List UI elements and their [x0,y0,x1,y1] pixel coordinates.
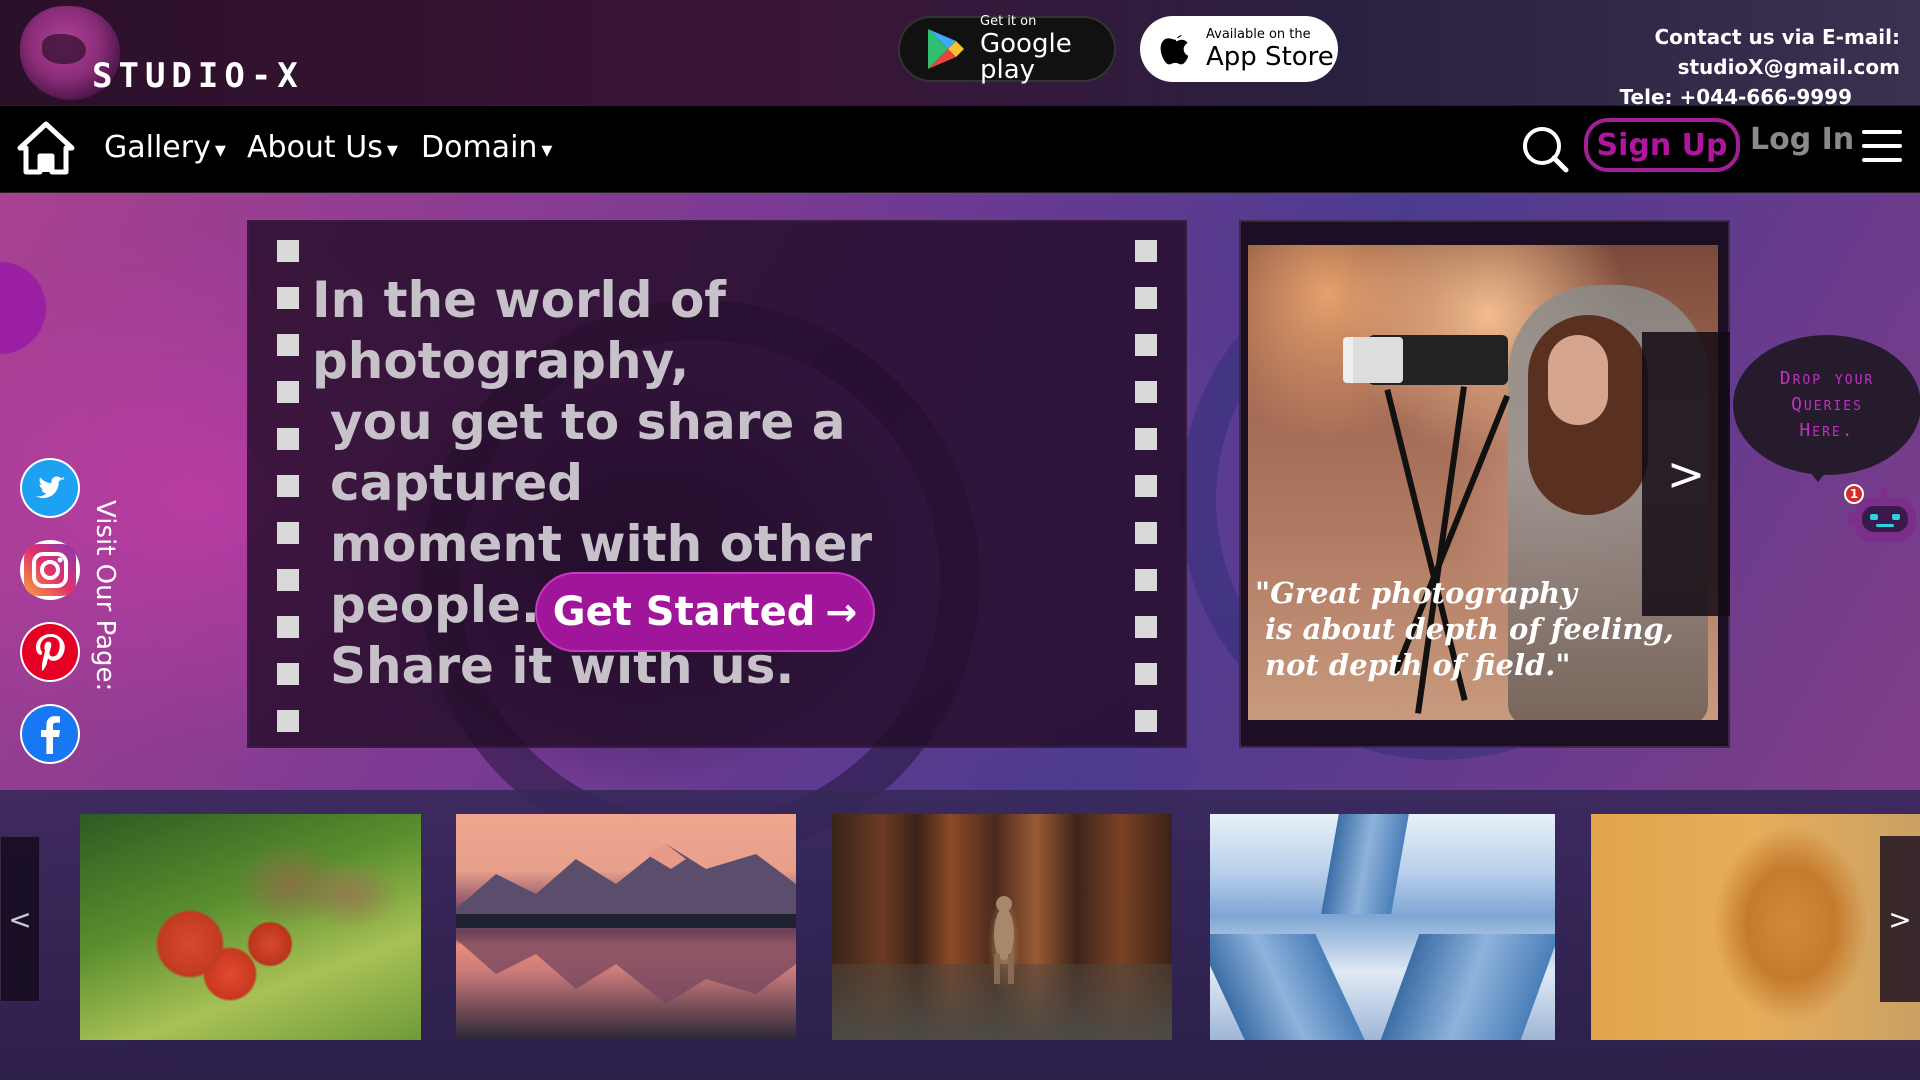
chat-line: Here. [1799,420,1855,441]
film-sprocket [277,475,299,497]
film-sprocket [277,287,299,309]
slider-next-button[interactable]: > [1642,332,1730,616]
film-sprocket [1135,569,1157,591]
apple-icon [1160,35,1189,65]
film-sprocket [277,334,299,356]
chat-queries-bubble[interactable]: Drop your Queries Here. [1733,335,1920,475]
gallery-prev-button[interactable]: < [0,836,40,1002]
film-sprocket [1135,334,1157,356]
pinterest-icon[interactable] [20,622,80,682]
gallery-thumbnail-kangaroo[interactable] [832,814,1172,1040]
kangaroo-shape [994,896,1014,984]
app-store-badge[interactable]: Available on the App Store [1140,16,1338,82]
apple-badge-big-text: App Store [1206,42,1334,72]
google-play-badge[interactable]: Get it on Google play [898,14,1116,85]
film-sprocket [277,663,299,685]
film-sprocket [277,240,299,262]
apple-badge-small-text: Available on the [1206,27,1311,42]
notification-badge: 1 [1844,484,1864,504]
film-sprocket [1135,475,1157,497]
quote-line: is about depth of feeling, [1265,612,1674,646]
instagram-camera-icon [24,544,76,596]
film-sprocket [277,710,299,732]
photo-lens-shape [1343,337,1403,383]
mountain-silhouette [456,844,796,1004]
film-sprocket [1135,616,1157,638]
nav-domain[interactable]: Domain ▾ [421,130,552,165]
chat-line: Queries [1791,394,1863,415]
hamburger-menu-icon[interactable] [1862,130,1904,166]
photo-face-shape [1548,335,1608,425]
gallery-thumbnail-mountain-lake[interactable] [456,814,796,1040]
main-navbar: Gallery ▾ About Us ▾ Domain ▾ Sign Up Log I… [0,105,1920,193]
contact-email: Contact us via E-mail: studioX@gmail.com [1654,25,1900,79]
building-shape [1321,814,1409,914]
instagram-icon[interactable] [20,540,80,600]
nav-gallery[interactable]: Gallery ▾ [104,130,226,165]
get-started-label: Get Started [552,589,816,635]
gallery-thumbnail-skyscrapers[interactable] [1210,814,1555,1040]
search-icon[interactable] [1520,124,1570,174]
chevron-down-icon: ▾ [214,138,226,163]
film-sprocket [277,381,299,403]
building-shape [1210,934,1365,1040]
nav-about-label: About Us [247,130,383,165]
film-sprocket [277,522,299,544]
quote-line: not depth of field." [1265,648,1571,682]
log-in-button[interactable]: Log In [1750,122,1854,157]
visit-our-page-label: Visit Our Page: [90,500,120,692]
hero-line: you get to share a captured [330,393,846,512]
chat-bubble-tail [1800,460,1836,482]
top-header: STUDIO-X Get it on Google play Available… [0,0,1920,109]
film-sprocket [1135,240,1157,262]
twitter-bird-icon [22,460,78,516]
facebook-icon[interactable] [20,704,80,764]
nav-gallery-label: Gallery [104,130,211,165]
nav-about-us[interactable]: About Us ▾ [247,130,398,165]
brand-name[interactable]: STUDIO-X [92,56,304,96]
film-sprocket [1135,663,1157,685]
building-shape [1380,934,1555,1040]
twitter-icon[interactable] [20,458,80,518]
home-icon[interactable] [16,120,76,176]
google-badge-big-text: Google play [980,29,1072,85]
sign-up-button[interactable]: Sign Up [1584,118,1740,172]
film-sprocket [1135,287,1157,309]
get-started-button[interactable]: Get Started → [535,572,875,652]
film-sprocket [1135,522,1157,544]
chat-line: Drop your [1779,368,1875,389]
film-sprocket [277,616,299,638]
arrow-right-icon: → [825,590,858,634]
gallery-thumbnail-birds[interactable] [80,814,421,1040]
film-sprocket [1135,710,1157,732]
pinterest-logo-icon [22,624,78,680]
google-play-icon [928,29,964,69]
film-sprocket [277,569,299,591]
film-sprocket [1135,428,1157,450]
gallery-next-button[interactable]: > [1880,836,1920,1002]
facebook-logo-icon [22,706,78,762]
gallery-thumbnail-cheetah[interactable] [1591,814,1920,1040]
chevron-down-icon: ▾ [541,138,553,163]
chevron-down-icon: ▾ [386,138,398,163]
nav-domain-label: Domain [421,130,538,165]
hero-line: In the world of photography, [312,271,727,390]
film-sprocket [277,428,299,450]
google-badge-small-text: Get it on [980,14,1037,29]
film-sprocket [1135,381,1157,403]
contact-info: Contact us via E-mail: studioX@gmail.com… [1440,22,1900,112]
